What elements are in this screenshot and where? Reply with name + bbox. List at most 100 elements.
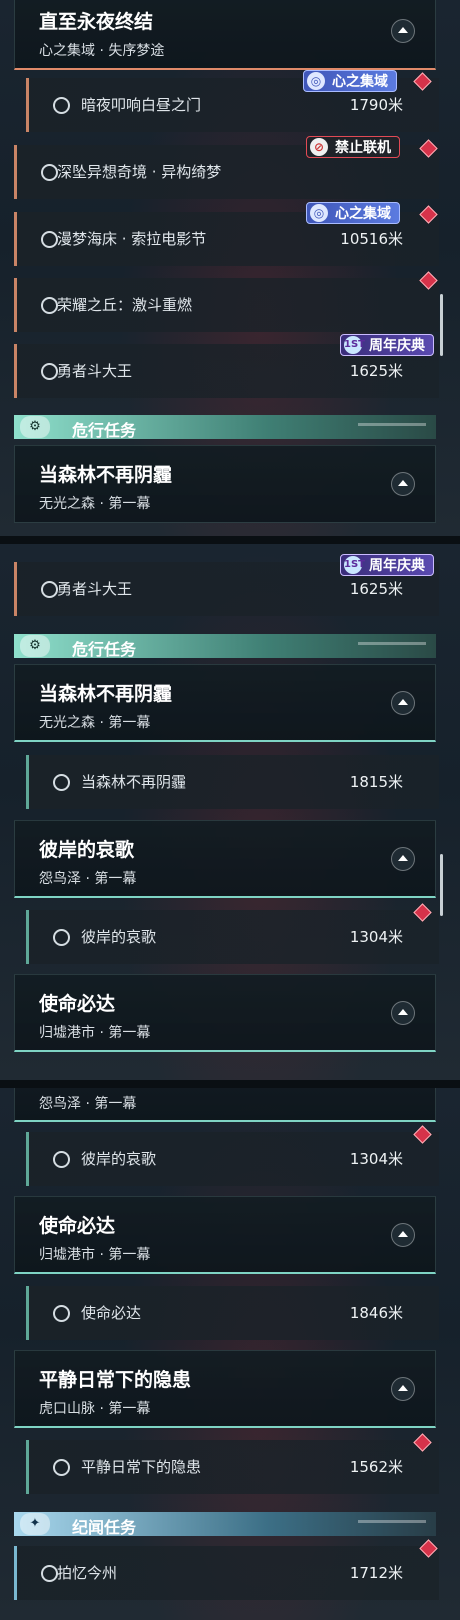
quest-name: 深坠异想奇境 · 异构绮梦 — [57, 163, 222, 181]
quest-distance: 1712米 — [349, 1564, 403, 1582]
collapse-icon[interactable] — [391, 1001, 415, 1025]
quest-name: 漫梦海床 · 索拉电影节 — [57, 230, 207, 248]
quest-row[interactable]: 当森林不再阴霾 1815米 — [26, 755, 439, 809]
quest-row[interactable]: 荣耀之丘：激斗重燃 — [14, 278, 439, 332]
anniversary-badge: 1ST 周年庆典 — [340, 334, 434, 356]
gear-icon: ⚙ — [20, 416, 50, 438]
quest-distance: 1625米 — [349, 362, 403, 380]
track-circle-icon[interactable] — [53, 1305, 70, 1322]
collapse-icon[interactable] — [391, 847, 415, 871]
section-label: 纪闻任务 — [72, 1518, 137, 1537]
swirl-icon: ◎ — [310, 204, 328, 222]
quest-name: 平静日常下的隐患 — [81, 1458, 202, 1476]
quest-chain-subtitle: 怨鸟泽 · 第一幕 — [39, 1096, 137, 1112]
quest-chain-title: 平静日常下的隐患 — [39, 1369, 192, 1391]
track-circle-icon[interactable] — [41, 297, 58, 314]
quest-row[interactable]: 拍忆今州 1712米 — [14, 1546, 439, 1600]
collapse-icon[interactable] — [391, 691, 415, 715]
section-label: 危行任务 — [72, 421, 137, 440]
section-header-chronicle: ✦ 纪闻任务 — [14, 1512, 436, 1537]
track-circle-icon[interactable] — [53, 929, 70, 946]
quest-row[interactable]: 彼岸的哀歌 1304米 — [26, 1132, 439, 1186]
quest-row[interactable]: 使命必达 1846米 — [26, 1286, 439, 1340]
quest-distance: 1562米 — [349, 1458, 403, 1476]
quest-panel-1: 直至永夜终结 心之集域 · 失序梦途 暗夜叩响白昼之门 1790米 ◎ 心之集域 … — [0, 0, 460, 536]
quest-chain-card[interactable]: 直至永夜终结 心之集域 · 失序梦途 — [14, 0, 436, 70]
no-coop-badge: ⊘ 禁止联机 — [306, 136, 400, 158]
quest-name: 勇者斗大王 — [57, 580, 133, 598]
quest-name: 暗夜叩响白昼之门 — [81, 96, 202, 114]
quest-chain-title: 彼岸的哀歌 — [39, 839, 135, 861]
no-coop-icon: ⊘ — [310, 138, 328, 156]
quest-chain-title: 使命必达 — [39, 993, 116, 1015]
quest-chain-title: 直至永夜终结 — [39, 11, 154, 33]
quest-distance: 1304米 — [349, 1150, 403, 1168]
quest-chain-title: 当森林不再阴霾 — [39, 464, 173, 486]
collapse-icon[interactable] — [391, 1223, 415, 1247]
quest-chain-subtitle: 归墟港市 · 第一幕 — [39, 1025, 151, 1041]
quest-distance: 1815米 — [349, 773, 403, 791]
track-circle-icon[interactable] — [41, 164, 58, 181]
anniversary-badge: 1ST 周年庆典 — [340, 554, 434, 576]
quest-chain-card[interactable]: 当森林不再阴霾 无光之森 · 第一幕 — [14, 445, 436, 523]
quest-chain-card[interactable]: 使命必达 归墟港市 · 第一幕 — [14, 974, 436, 1052]
quest-name: 当森林不再阴霾 — [81, 773, 187, 791]
anniversary-icon: 1ST — [344, 556, 365, 574]
section-label: 危行任务 — [72, 640, 137, 659]
track-circle-icon[interactable] — [53, 97, 70, 114]
quest-name: 彼岸的哀歌 — [81, 1150, 157, 1168]
header-decoration — [358, 642, 426, 645]
quest-chain-card[interactable]: 当森林不再阴霾 无光之森 · 第一幕 — [14, 664, 436, 742]
track-circle-icon[interactable] — [41, 581, 58, 598]
heart-domain-badge: ◎ 心之集域 — [303, 70, 397, 92]
quest-distance: 1846米 — [349, 1304, 403, 1322]
section-header-danger: ⚙ 危行任务 — [14, 634, 436, 659]
quest-row[interactable]: 彼岸的哀歌 1304米 — [26, 910, 439, 964]
section-header-danger: ⚙ 危行任务 — [14, 415, 436, 440]
quest-chain-title: 使命必达 — [39, 1215, 116, 1237]
header-decoration — [358, 1520, 426, 1523]
quest-chain-subtitle: 无光之森 · 第一幕 — [39, 715, 151, 731]
quest-chain-subtitle: 归墟港市 · 第一幕 — [39, 1247, 151, 1263]
sparkle-icon: ✦ — [20, 1513, 50, 1535]
quest-name: 使命必达 — [81, 1304, 142, 1322]
screenshot-separator — [0, 536, 460, 544]
quest-distance: 10516米 — [340, 230, 403, 248]
scrollbar-thumb[interactable] — [440, 294, 443, 356]
quest-distance: 1625米 — [349, 580, 403, 598]
quest-name: 荣耀之丘：激斗重燃 — [57, 296, 193, 314]
quest-name: 彼岸的哀歌 — [81, 928, 157, 946]
heart-domain-badge: ◎ 心之集域 — [306, 202, 400, 224]
quest-chain-card[interactable]: 怨鸟泽 · 第一幕 — [14, 1088, 436, 1122]
quest-chain-card[interactable]: 彼岸的哀歌 怨鸟泽 · 第一幕 — [14, 820, 436, 898]
track-circle-icon[interactable] — [53, 1459, 70, 1476]
quest-row[interactable]: 平静日常下的隐患 1562米 — [26, 1440, 439, 1494]
quest-name: 勇者斗大王 — [57, 362, 133, 380]
quest-chain-card[interactable]: 使命必达 归墟港市 · 第一幕 — [14, 1196, 436, 1274]
anniversary-icon: 1ST — [344, 336, 365, 354]
quest-chain-subtitle: 怨鸟泽 · 第一幕 — [39, 871, 137, 887]
quest-panel-2: 勇者斗大王 1625米 1ST 周年庆典 ⚙ 危行任务 当森林不再阴霾 无光之森 … — [0, 544, 460, 1080]
track-circle-icon[interactable] — [41, 231, 58, 248]
quest-chain-subtitle: 虎口山脉 · 第一幕 — [39, 1401, 151, 1417]
swirl-icon: ◎ — [307, 72, 325, 90]
quest-chain-subtitle: 无光之森 · 第一幕 — [39, 496, 151, 512]
gear-icon: ⚙ — [20, 635, 50, 657]
track-circle-icon[interactable] — [53, 774, 70, 791]
quest-distance: 1304米 — [349, 928, 403, 946]
quest-chain-title: 当森林不再阴霾 — [39, 683, 173, 705]
header-decoration — [358, 423, 426, 426]
scrollbar-thumb[interactable] — [440, 854, 443, 916]
track-circle-icon[interactable] — [53, 1151, 70, 1168]
screenshot-separator — [0, 1080, 460, 1088]
track-circle-icon[interactable] — [41, 1565, 58, 1582]
quest-distance: 1790米 — [349, 96, 403, 114]
collapse-icon[interactable] — [391, 19, 415, 43]
track-circle-icon[interactable] — [41, 363, 58, 380]
collapse-icon[interactable] — [391, 472, 415, 496]
collapse-icon[interactable] — [391, 1377, 415, 1401]
quest-chain-subtitle: 心之集域 · 失序梦途 — [39, 43, 165, 59]
quest-chain-card[interactable]: 平静日常下的隐患 虎口山脉 · 第一幕 — [14, 1350, 436, 1428]
quest-panel-3: 怨鸟泽 · 第一幕 彼岸的哀歌 1304米 使命必达 归墟港市 · 第一幕 使命… — [0, 1088, 460, 1620]
quest-name: 拍忆今州 — [57, 1564, 118, 1582]
